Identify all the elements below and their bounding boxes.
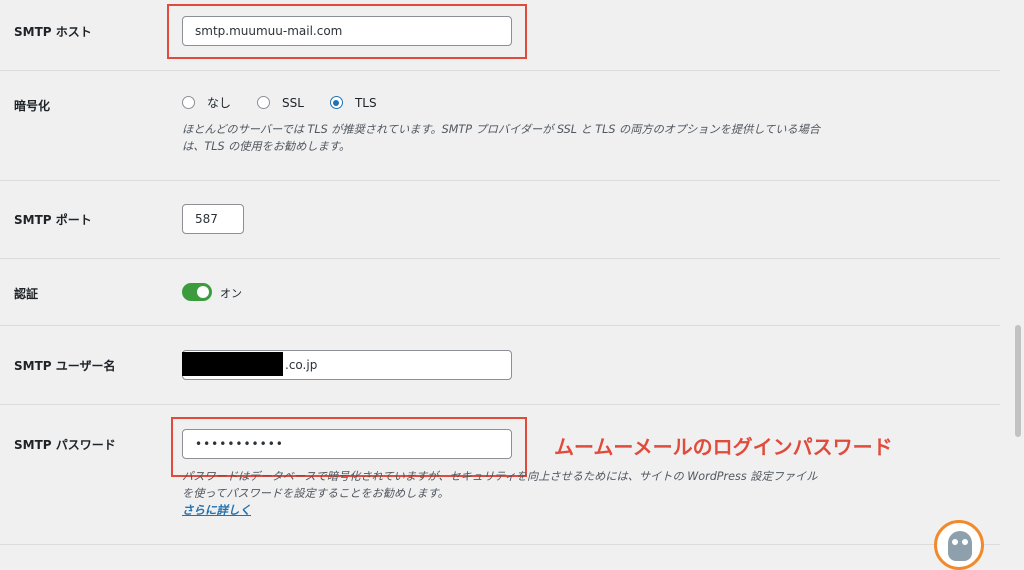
learn-more-link[interactable]: さらに詳しく [182, 502, 251, 518]
auth-label: 認証 [14, 287, 39, 301]
encryption-description: ほとんどのサーバーでは TLS が推奨されています。SMTP プロバイダーが S… [182, 121, 820, 155]
radio-tls-label: TLS [354, 95, 377, 110]
redacted-block [182, 352, 283, 376]
password-description-line2: を使ってパスワードを設定することをお勧めします。 [182, 487, 449, 500]
radio-ssl-label: SSL [282, 95, 304, 110]
radio-ssl-button[interactable] [257, 96, 271, 109]
smtp-port-label: SMTP ポート [14, 213, 92, 227]
divider [0, 70, 1000, 71]
radio-tls[interactable]: TLS [329, 95, 377, 110]
smtp-host-input[interactable]: smtp.muumuu-mail.com [182, 16, 512, 46]
password-description: パスワードはデータベースで暗号化されていますが、セキュリティを向上させるためには… [182, 468, 817, 502]
password-description-line1: パスワードはデータベースで暗号化されていますが、セキュリティを向上させるためには… [182, 470, 818, 483]
smtp-host-label: SMTP ホスト [14, 25, 92, 39]
radio-none-label: なし [207, 96, 232, 110]
smtp-password-input[interactable]: ••••••••••• [182, 429, 512, 459]
encryption-label: 暗号化 [14, 99, 51, 113]
bird-eye [962, 539, 968, 545]
bird-eye [952, 539, 958, 545]
encryption-description-line1: ほとんどのサーバーでは TLS が推奨されています。SMTP プロバイダーが S… [182, 123, 821, 136]
divider [0, 544, 1000, 545]
radio-ssl[interactable]: SSL [257, 96, 304, 110]
radio-tls-button[interactable] [329, 96, 343, 109]
smtp-port-input[interactable]: 587 [182, 204, 244, 234]
radio-none[interactable]: なし [182, 94, 231, 111]
auth-toggle[interactable] [182, 283, 212, 301]
encryption-radio-group: なし SSL TLS [182, 94, 403, 111]
smtp-username-label: SMTP ユーザー名 [14, 359, 116, 373]
auth-toggle-text: オン [220, 287, 242, 300]
radio-none-button[interactable] [182, 96, 195, 109]
helper-avatar-icon[interactable] [934, 520, 984, 570]
bird-icon [948, 531, 972, 561]
encryption-description-line2: は、TLS の使用をお勧めします。 [182, 140, 351, 153]
annotation-text: ムームーメールのログインパスワード [554, 435, 893, 459]
divider [0, 180, 1000, 181]
divider [0, 258, 1000, 259]
scrollbar-thumb[interactable] [1015, 325, 1021, 437]
smtp-password-label: SMTP パスワード [14, 438, 116, 452]
divider [0, 325, 1000, 326]
divider [0, 404, 1000, 405]
scrollbar-track[interactable] [1002, 0, 1024, 556]
